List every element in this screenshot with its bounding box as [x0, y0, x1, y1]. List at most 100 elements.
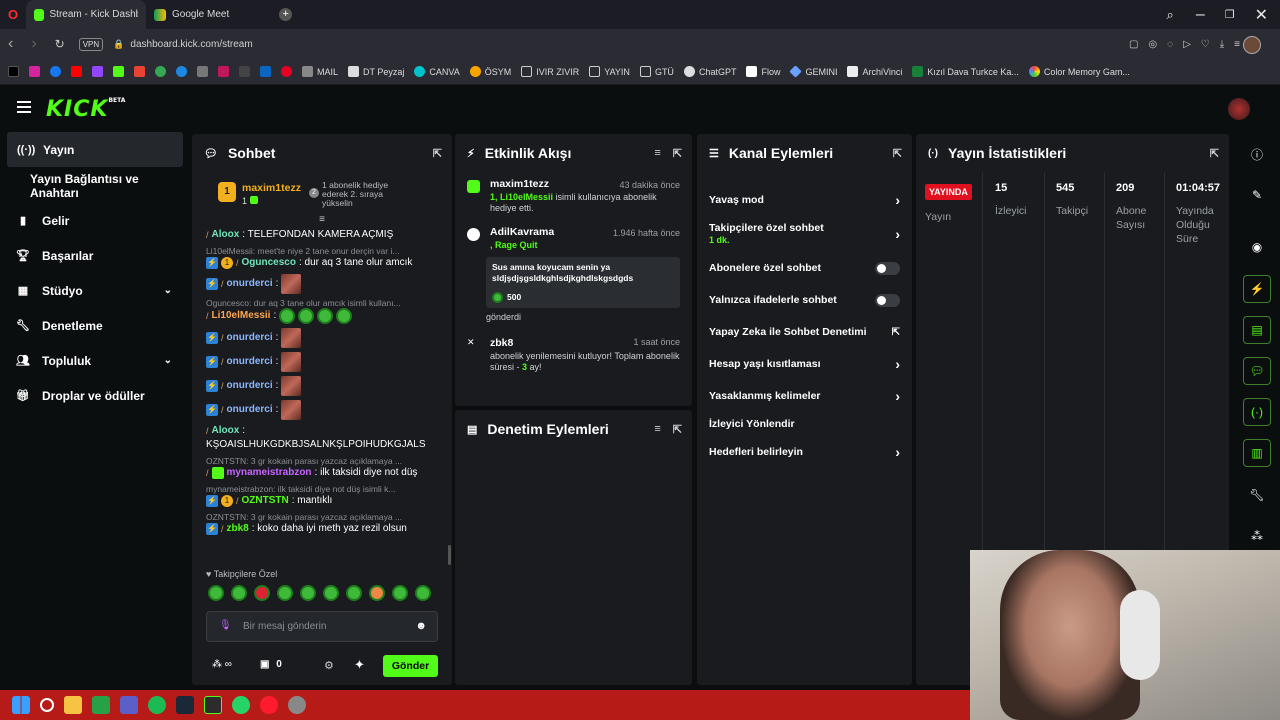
- settings-icon[interactable]: ⚙: [324, 659, 334, 672]
- sidebar-item-studyo[interactable]: ▦ Stüdyo ⌄: [0, 273, 190, 308]
- search-icon[interactable]: [40, 698, 54, 712]
- sidebar-item-basarilar[interactable]: 🏆︎ Başarılar: [0, 238, 190, 273]
- minimize-icon[interactable]: –: [1196, 6, 1205, 24]
- popout-icon[interactable]: ⇱: [893, 147, 902, 160]
- send-button[interactable]: Gönder: [383, 655, 438, 677]
- new-tab-icon[interactable]: +: [279, 8, 293, 21]
- steam-icon[interactable]: [176, 696, 194, 714]
- red-bookmark-icon[interactable]: [218, 66, 229, 77]
- file-explorer-icon[interactable]: [64, 696, 82, 714]
- bookmark-chatgpt[interactable]: ChatGPT: [683, 66, 736, 77]
- bookmark-dt-peyzaj[interactable]: DT Peyzaj: [348, 66, 404, 77]
- user-avatar[interactable]: [1228, 98, 1250, 120]
- viewers-icon[interactable]: ⁂ ∞: [212, 659, 232, 670]
- camera-icon[interactable]: ◉: [1243, 233, 1271, 261]
- whatsapp-icon[interactable]: [232, 696, 250, 714]
- dollar-bookmark-icon[interactable]: [176, 66, 187, 77]
- emote-icon[interactable]: [231, 585, 247, 601]
- opera-icon[interactable]: [260, 696, 278, 714]
- chat-scrollbar[interactable]: [448, 545, 451, 565]
- message-input[interactable]: 🎙︎ Bir mesaj gönderin ☻: [206, 611, 438, 642]
- bookmark-osym[interactable]: ÖSYM: [469, 66, 511, 77]
- tab-google-meet[interactable]: Google Meet: [146, 0, 237, 29]
- broadcast-shortcut-icon[interactable]: (·): [1243, 398, 1271, 426]
- bookmark-gtu[interactable]: GTÜ: [639, 66, 674, 77]
- edit-icon[interactable]: ✎: [1243, 181, 1271, 209]
- sidebar-item-topluluk[interactable]: 👥︎ Topluluk ⌄: [0, 343, 190, 378]
- maps-bookmark-icon[interactable]: [155, 66, 166, 77]
- emote-icon[interactable]: [369, 585, 385, 601]
- settings-icon[interactable]: [288, 696, 306, 714]
- teams-icon[interactable]: [120, 696, 138, 714]
- sidebar-item-stream-key[interactable]: Yayın Bağlantısı ve Anahtarı: [0, 168, 190, 203]
- windows-start-icon[interactable]: [12, 696, 30, 714]
- close-window-icon[interactable]: ✕: [1255, 5, 1268, 25]
- emote-icon[interactable]: [415, 585, 431, 601]
- set-goals-row[interactable]: Hedefleri belirleyin ›: [697, 436, 912, 468]
- account-age-row[interactable]: Hesap yaşı kısıtlaması ›: [697, 348, 912, 380]
- popout-icon[interactable]: ⇱: [433, 147, 442, 160]
- bookmark-yayin[interactable]: YAYIN: [589, 66, 630, 77]
- back-icon[interactable]: ‹: [8, 35, 13, 53]
- emote-icon[interactable]: [254, 585, 270, 601]
- maximize-icon[interactable]: ❐: [1225, 8, 1235, 21]
- instagram-bookmark-icon[interactable]: [29, 66, 40, 77]
- tab-kick-dashboard[interactable]: Stream - Kick Dashboard: [26, 0, 146, 29]
- bookmark-gemini[interactable]: GEMINI: [789, 65, 837, 78]
- subscribers-only-toggle[interactable]: [875, 261, 900, 275]
- emotes-only-toggle[interactable]: [875, 293, 900, 307]
- x-bookmark-icon[interactable]: [8, 66, 19, 77]
- bookmark-kizil-dava[interactable]: Kızıl Dava Turkce Ka...: [912, 66, 1019, 77]
- sidebar-item-yayin[interactable]: ((·)) Yayın: [7, 132, 183, 167]
- bookmark-mail[interactable]: MAIL: [302, 66, 338, 77]
- bookmark-canva[interactable]: CANVA: [414, 66, 460, 77]
- opera-icon[interactable]: O: [0, 7, 26, 22]
- gmail-bookmark-icon[interactable]: [134, 66, 145, 77]
- host-channel-row[interactable]: İzleyici Yönlendir: [697, 412, 912, 436]
- filter-icon[interactable]: ≡: [654, 147, 660, 160]
- emote-icon[interactable]: [392, 585, 408, 601]
- community-shortcut-icon[interactable]: ⁂: [1243, 522, 1271, 550]
- spotify-icon[interactable]: [148, 696, 166, 714]
- sidebar-item-denetleme[interactable]: 🔧︎ Denetleme: [0, 308, 190, 343]
- pinterest-bookmark-icon[interactable]: [281, 66, 292, 77]
- notes-shortcut-icon[interactable]: ▤: [1243, 316, 1271, 344]
- popout-icon[interactable]: ⇱: [1210, 147, 1219, 160]
- taskbar-app-icon[interactable]: [92, 696, 110, 714]
- kick-logo[interactable]: KICKBETA: [46, 97, 125, 122]
- search-tabs-icon[interactable]: ⌕: [1167, 7, 1174, 23]
- browser-tools-icons[interactable]: ▢◎◌▷♡⤓≡: [1129, 39, 1250, 50]
- filter-icon[interactable]: ≡: [654, 423, 660, 436]
- ai-moderation-row[interactable]: Yapay Zeka ile Sohbet Denetimi ⇱: [697, 316, 912, 348]
- sidebar-item-gelir[interactable]: ▮ Gelir: [0, 203, 190, 238]
- banned-words-row[interactable]: Yasaklanmış kelimeler ›: [697, 380, 912, 412]
- youtube-bookmark-icon[interactable]: [71, 66, 82, 77]
- chat-shortcut-icon[interactable]: 💬︎: [1243, 357, 1271, 385]
- reload-icon[interactable]: ↻: [55, 37, 65, 51]
- bookmark-flow[interactable]: Flow: [746, 66, 780, 77]
- quick-emote-icon[interactable]: ✦: [354, 657, 365, 673]
- popout-icon[interactable]: ⇱: [673, 423, 682, 436]
- layout-shortcut-icon[interactable]: ▥: [1243, 439, 1271, 467]
- linkedin-bookmark-icon[interactable]: [260, 66, 271, 77]
- followers-only-row[interactable]: Takipçilere özel sohbet 1 dk. ›: [697, 216, 912, 252]
- forward-icon[interactable]: ›: [31, 35, 36, 53]
- emote-icon[interactable]: [277, 585, 293, 601]
- emote-icon[interactable]: [300, 585, 316, 601]
- link-bookmark-icon[interactable]: [197, 66, 208, 77]
- popout-icon[interactable]: ⇱: [673, 147, 682, 160]
- kick-bookmark-icon[interactable]: [113, 66, 124, 77]
- emoji-icon[interactable]: ☻: [415, 620, 427, 632]
- info-icon[interactable]: ⓘ: [1243, 140, 1271, 168]
- taskbar-app-icon[interactable]: [204, 696, 222, 714]
- points-icon[interactable]: ▣ 0: [260, 659, 282, 670]
- emote-icon[interactable]: [208, 585, 224, 601]
- facebook-bookmark-icon[interactable]: [50, 66, 61, 77]
- twitch-bookmark-icon[interactable]: [92, 66, 103, 77]
- bookmark-archivinci[interactable]: ArchiVinci: [847, 66, 902, 77]
- activity-shortcut-icon[interactable]: ⚡: [1243, 275, 1271, 303]
- microphone-icon[interactable]: 🎙︎: [219, 620, 232, 631]
- bookmark-ivir-zivir[interactable]: IVIR ZIVIR: [521, 66, 579, 77]
- emote-icon[interactable]: [323, 585, 339, 601]
- sidebar-item-droplar[interactable]: 🎁︎ Droplar ve ödüller: [0, 378, 190, 413]
